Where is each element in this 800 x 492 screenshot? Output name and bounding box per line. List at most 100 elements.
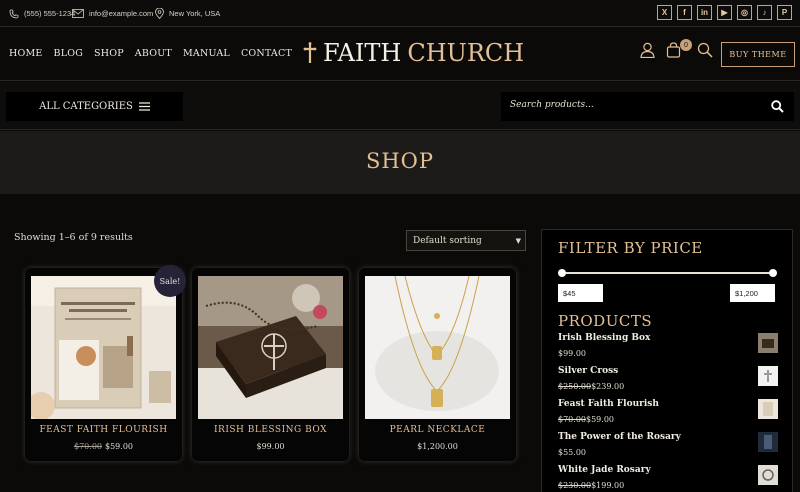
product-thumbnail[interactable] <box>758 399 778 419</box>
sub-bar: ALL CATEGORIES Search products... <box>0 82 800 130</box>
product-image-book[interactable] <box>31 276 176 419</box>
list-item-price: $230.00$199.00 <box>558 481 624 490</box>
cross-icon <box>303 42 317 63</box>
location-info: New York, USA <box>155 0 220 27</box>
nav-home[interactable]: HOME <box>9 48 43 59</box>
mail-icon <box>72 9 84 18</box>
list-item-price: $70.00$59.00 <box>558 415 614 424</box>
price-range-slider[interactable] <box>558 269 777 277</box>
list-item-name[interactable]: The Power of the Rosary <box>558 432 681 442</box>
search-submit-icon[interactable] <box>771 100 784 113</box>
phone-contact[interactable]: (555) 555-1234 <box>9 0 75 27</box>
list-item-name[interactable]: Feast Faith Flourish <box>558 399 659 409</box>
tiktok-icon[interactable]: ♪ <box>757 5 772 20</box>
search-icon[interactable] <box>697 42 713 58</box>
product-price: $99.00 <box>192 442 349 451</box>
list-item-price: $55.00 <box>558 448 586 457</box>
nav-about[interactable]: ABOUT <box>135 48 172 59</box>
phone-text: (555) 555-1234 <box>24 9 76 18</box>
sale-badge: Sale! <box>154 265 186 297</box>
sale-price: $59.00 <box>105 442 133 451</box>
product-thumbnail[interactable] <box>758 432 778 452</box>
slider-min-handle[interactable] <box>558 269 566 277</box>
regular-price: $1,200.00 <box>417 442 458 451</box>
list-item-name[interactable]: White Jade Rosary <box>558 465 651 475</box>
price-value: $199.00 <box>591 481 625 490</box>
min-price-field[interactable]: $45 <box>558 284 603 302</box>
list-item[interactable]: White Jade Rosary $230.00$199.00 <box>558 465 778 492</box>
sort-select[interactable]: Default sorting ▼ <box>406 230 526 251</box>
product-price: $70.00 $59.00 <box>25 442 182 451</box>
product-price: $1,200.00 <box>359 442 516 451</box>
price-value: $239.00 <box>591 382 625 391</box>
regular-price: $99.00 <box>256 442 285 451</box>
phone-icon <box>9 9 19 18</box>
search-placeholder: Search products... <box>510 100 594 110</box>
user-icon[interactable] <box>640 42 655 58</box>
product-title[interactable]: PEARL NECKLACE <box>359 425 516 435</box>
linkedin-icon[interactable]: in <box>697 5 712 20</box>
cart-count-badge: 0 <box>680 39 692 51</box>
filter-by-price-heading: FILTER BY PRICE <box>558 239 703 257</box>
all-categories-button[interactable]: ALL CATEGORIES <box>6 92 183 121</box>
list-item-name[interactable]: Silver Cross <box>558 366 618 376</box>
old-price: $230.00 <box>558 481 592 490</box>
old-price: $250.00 <box>558 382 592 391</box>
product-card[interactable]: FEAST FAITH FLOURISH $70.00 $59.00 <box>25 268 182 461</box>
price-value: $99.00 <box>558 349 586 358</box>
main-header: HOME BLOG SHOP ABOUT MANUAL CONTACT FAIT… <box>0 28 800 81</box>
list-item[interactable]: The Power of the Rosary $55.00 <box>558 432 778 465</box>
result-count: Showing 1–6 of 9 results <box>14 232 133 243</box>
product-card[interactable]: PEARL NECKLACE $1,200.00 <box>359 268 516 461</box>
x-twitter-icon[interactable]: X <box>657 5 672 20</box>
product-thumbnail[interactable] <box>758 333 778 353</box>
product-thumbnail[interactable] <box>758 366 778 386</box>
price-value: $55.00 <box>558 448 586 457</box>
shop-sidebar: FILTER BY PRICE $45 $1,200 PRODUCTS Iris… <box>541 229 793 492</box>
email-text: info@example.com <box>89 9 154 18</box>
old-price: $70.00 <box>558 415 586 424</box>
cart-icon[interactable] <box>666 42 681 58</box>
pinterest-icon[interactable]: P <box>777 5 792 20</box>
facebook-icon[interactable]: f <box>677 5 692 20</box>
main-nav: HOME BLOG SHOP ABOUT MANUAL CONTACT <box>9 48 292 59</box>
product-image-box[interactable] <box>198 276 343 419</box>
slider-max-handle[interactable] <box>769 269 777 277</box>
list-item-price: $99.00 <box>558 349 586 358</box>
old-price: $70.00 <box>74 442 102 451</box>
list-item-name[interactable]: Irish Blessing Box <box>558 333 650 343</box>
all-categories-label: ALL CATEGORIES <box>39 101 133 112</box>
price-value: $59.00 <box>586 415 614 424</box>
sort-value: Default sorting <box>413 235 482 246</box>
product-list: Irish Blessing Box $99.00 Silver Cross $… <box>558 333 778 492</box>
nav-blog[interactable]: BLOG <box>54 48 83 59</box>
products-heading: PRODUCTS <box>558 312 653 330</box>
product-card[interactable]: IRISH BLESSING BOX $99.00 <box>192 268 349 461</box>
chevron-down-icon: ▼ <box>515 237 521 245</box>
nav-manual[interactable]: MANUAL <box>183 48 230 59</box>
social-links: X f in ▶ ◎ ♪ P <box>657 5 792 20</box>
logo-word-church: CHURCH <box>407 39 525 67</box>
page-hero: SHOP <box>0 131 800 194</box>
list-item[interactable]: Silver Cross $250.00$239.00 <box>558 366 778 399</box>
nav-contact[interactable]: CONTACT <box>241 48 292 59</box>
max-price-field[interactable]: $1,200 <box>730 284 775 302</box>
list-item[interactable]: Irish Blessing Box $99.00 <box>558 333 778 366</box>
logo-word-faith: FAITH <box>323 39 402 67</box>
page-title: SHOP <box>365 149 435 173</box>
email-contact[interactable]: info@example.com <box>72 0 153 27</box>
buy-theme-button[interactable]: BUY THEME <box>721 42 795 67</box>
list-item[interactable]: Feast Faith Flourish $70.00$59.00 <box>558 399 778 432</box>
location-text: New York, USA <box>169 9 221 18</box>
product-image-necklace[interactable] <box>365 276 510 419</box>
search-input[interactable]: Search products... <box>501 92 794 121</box>
list-item-price: $250.00$239.00 <box>558 382 624 391</box>
product-title[interactable]: IRISH BLESSING BOX <box>192 425 349 435</box>
location-pin-icon <box>155 8 164 19</box>
nav-shop[interactable]: SHOP <box>94 48 124 59</box>
product-title[interactable]: FEAST FAITH FLOURISH <box>25 425 182 435</box>
youtube-icon[interactable]: ▶ <box>717 5 732 20</box>
instagram-icon[interactable]: ◎ <box>737 5 752 20</box>
product-thumbnail[interactable] <box>758 465 778 485</box>
site-logo[interactable]: FAITH CHURCH <box>303 39 524 67</box>
